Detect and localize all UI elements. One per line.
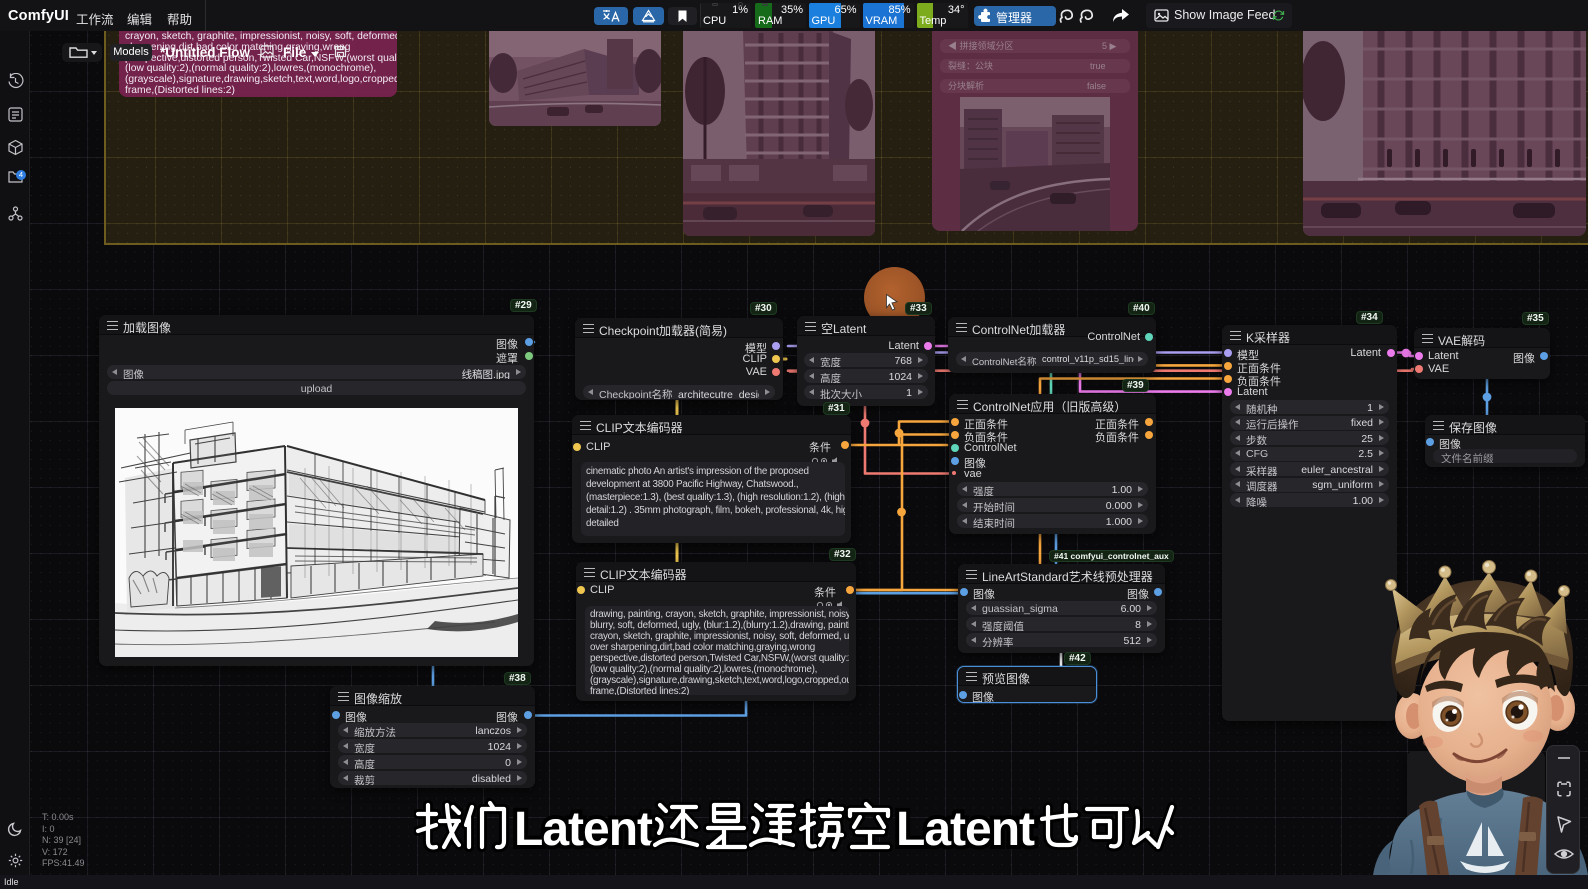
svg-text:Latent: Latent — [514, 803, 653, 856]
svg-text:Latent: Latent — [896, 803, 1035, 856]
